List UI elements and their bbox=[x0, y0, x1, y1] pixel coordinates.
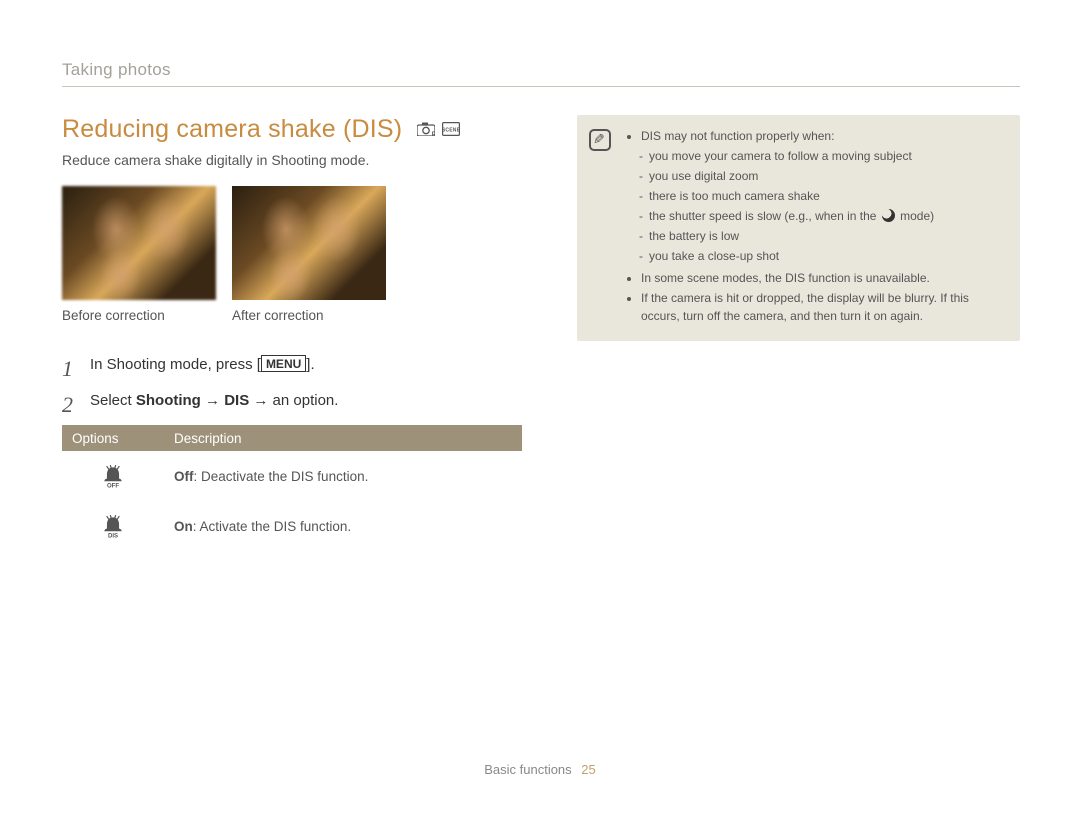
dis-on-icon-cell: DIS bbox=[62, 501, 164, 551]
options-table: Options Description OFF Off: Deactivate … bbox=[62, 425, 522, 551]
off-desc: : Deactivate the DIS function. bbox=[194, 469, 369, 484]
step2-arrow1: → bbox=[201, 392, 224, 409]
th-description: Description bbox=[164, 425, 522, 451]
on-desc: : Activate the DIS function. bbox=[193, 519, 351, 534]
photo-before bbox=[62, 186, 216, 300]
step1-pre: In Shooting mode, press [ bbox=[90, 356, 261, 373]
step2-post: → an option. bbox=[249, 392, 338, 409]
note-d4-post: mode) bbox=[897, 209, 934, 223]
photo-comparison bbox=[62, 186, 522, 300]
note-d5: the battery is low bbox=[639, 227, 1006, 245]
on-label: On bbox=[174, 519, 193, 534]
svg-text:DIS: DIS bbox=[108, 533, 118, 539]
th-options: Options bbox=[62, 425, 164, 451]
steps-list: In Shooting mode, press [MENU]. Select S… bbox=[62, 353, 522, 413]
dis-off-icon: OFF bbox=[100, 463, 126, 489]
page-number: 25 bbox=[581, 762, 595, 777]
step2-pre: Select bbox=[90, 392, 136, 409]
note-intro: DIS may not function properly when: bbox=[641, 127, 1006, 145]
step2-dis: DIS bbox=[224, 392, 249, 409]
note-d4-pre: the shutter speed is slow (e.g., when in… bbox=[649, 209, 880, 223]
menu-button-label: MENU bbox=[261, 355, 306, 372]
note-b2: In some scene modes, the DIS function is… bbox=[641, 269, 1006, 287]
dis-off-desc: Off: Deactivate the DIS function. bbox=[164, 451, 522, 501]
caption-before: Before correction bbox=[62, 308, 216, 323]
caption-after: After correction bbox=[232, 308, 386, 323]
step1-post: ]. bbox=[306, 356, 314, 373]
footer-label: Basic functions bbox=[484, 762, 571, 777]
camera-p-icon: P bbox=[417, 122, 435, 136]
footer: Basic functions 25 bbox=[0, 762, 1080, 777]
dis-on-desc: On: Activate the DIS function. bbox=[164, 501, 522, 551]
svg-text:OFF: OFF bbox=[107, 483, 119, 489]
title-text: Reducing camera shake (DIS) bbox=[62, 115, 402, 143]
night-mode-icon bbox=[882, 209, 895, 222]
dis-off-icon-cell: OFF bbox=[62, 451, 164, 501]
note-box: DIS may not function properly when: you … bbox=[577, 115, 1020, 341]
dis-on-icon: DIS bbox=[100, 513, 126, 539]
note-d4: the shutter speed is slow (e.g., when in… bbox=[639, 207, 1006, 225]
mode-icons: P SCENE bbox=[417, 122, 459, 139]
svg-text:SCENE: SCENE bbox=[442, 127, 460, 133]
note-d1: you move your camera to follow a moving … bbox=[639, 147, 1006, 165]
table-row: DIS On: Activate the DIS function. bbox=[62, 501, 522, 551]
page-title: Reducing camera shake (DIS) P SCENE bbox=[62, 115, 522, 144]
off-label: Off bbox=[174, 469, 194, 484]
note-d3: there is too much camera shake bbox=[639, 187, 1006, 205]
svg-text:P: P bbox=[432, 132, 435, 136]
photo-after bbox=[232, 186, 386, 300]
scene-icon: SCENE bbox=[442, 122, 460, 136]
note-b3: If the camera is hit or dropped, the dis… bbox=[641, 289, 1006, 325]
note-d2: you use digital zoom bbox=[639, 167, 1006, 185]
step2-shooting: Shooting bbox=[136, 392, 201, 409]
table-row: OFF Off: Deactivate the DIS function. bbox=[62, 451, 522, 501]
note-d6: you take a close-up shot bbox=[639, 247, 1006, 265]
step-1: In Shooting mode, press [MENU]. bbox=[62, 353, 522, 377]
note-icon bbox=[589, 129, 611, 151]
subtitle: Reduce camera shake digitally in Shootin… bbox=[62, 152, 522, 168]
breadcrumb: Taking photos bbox=[62, 60, 1020, 87]
step-2: Select Shooting → DIS → an option. bbox=[62, 389, 522, 413]
